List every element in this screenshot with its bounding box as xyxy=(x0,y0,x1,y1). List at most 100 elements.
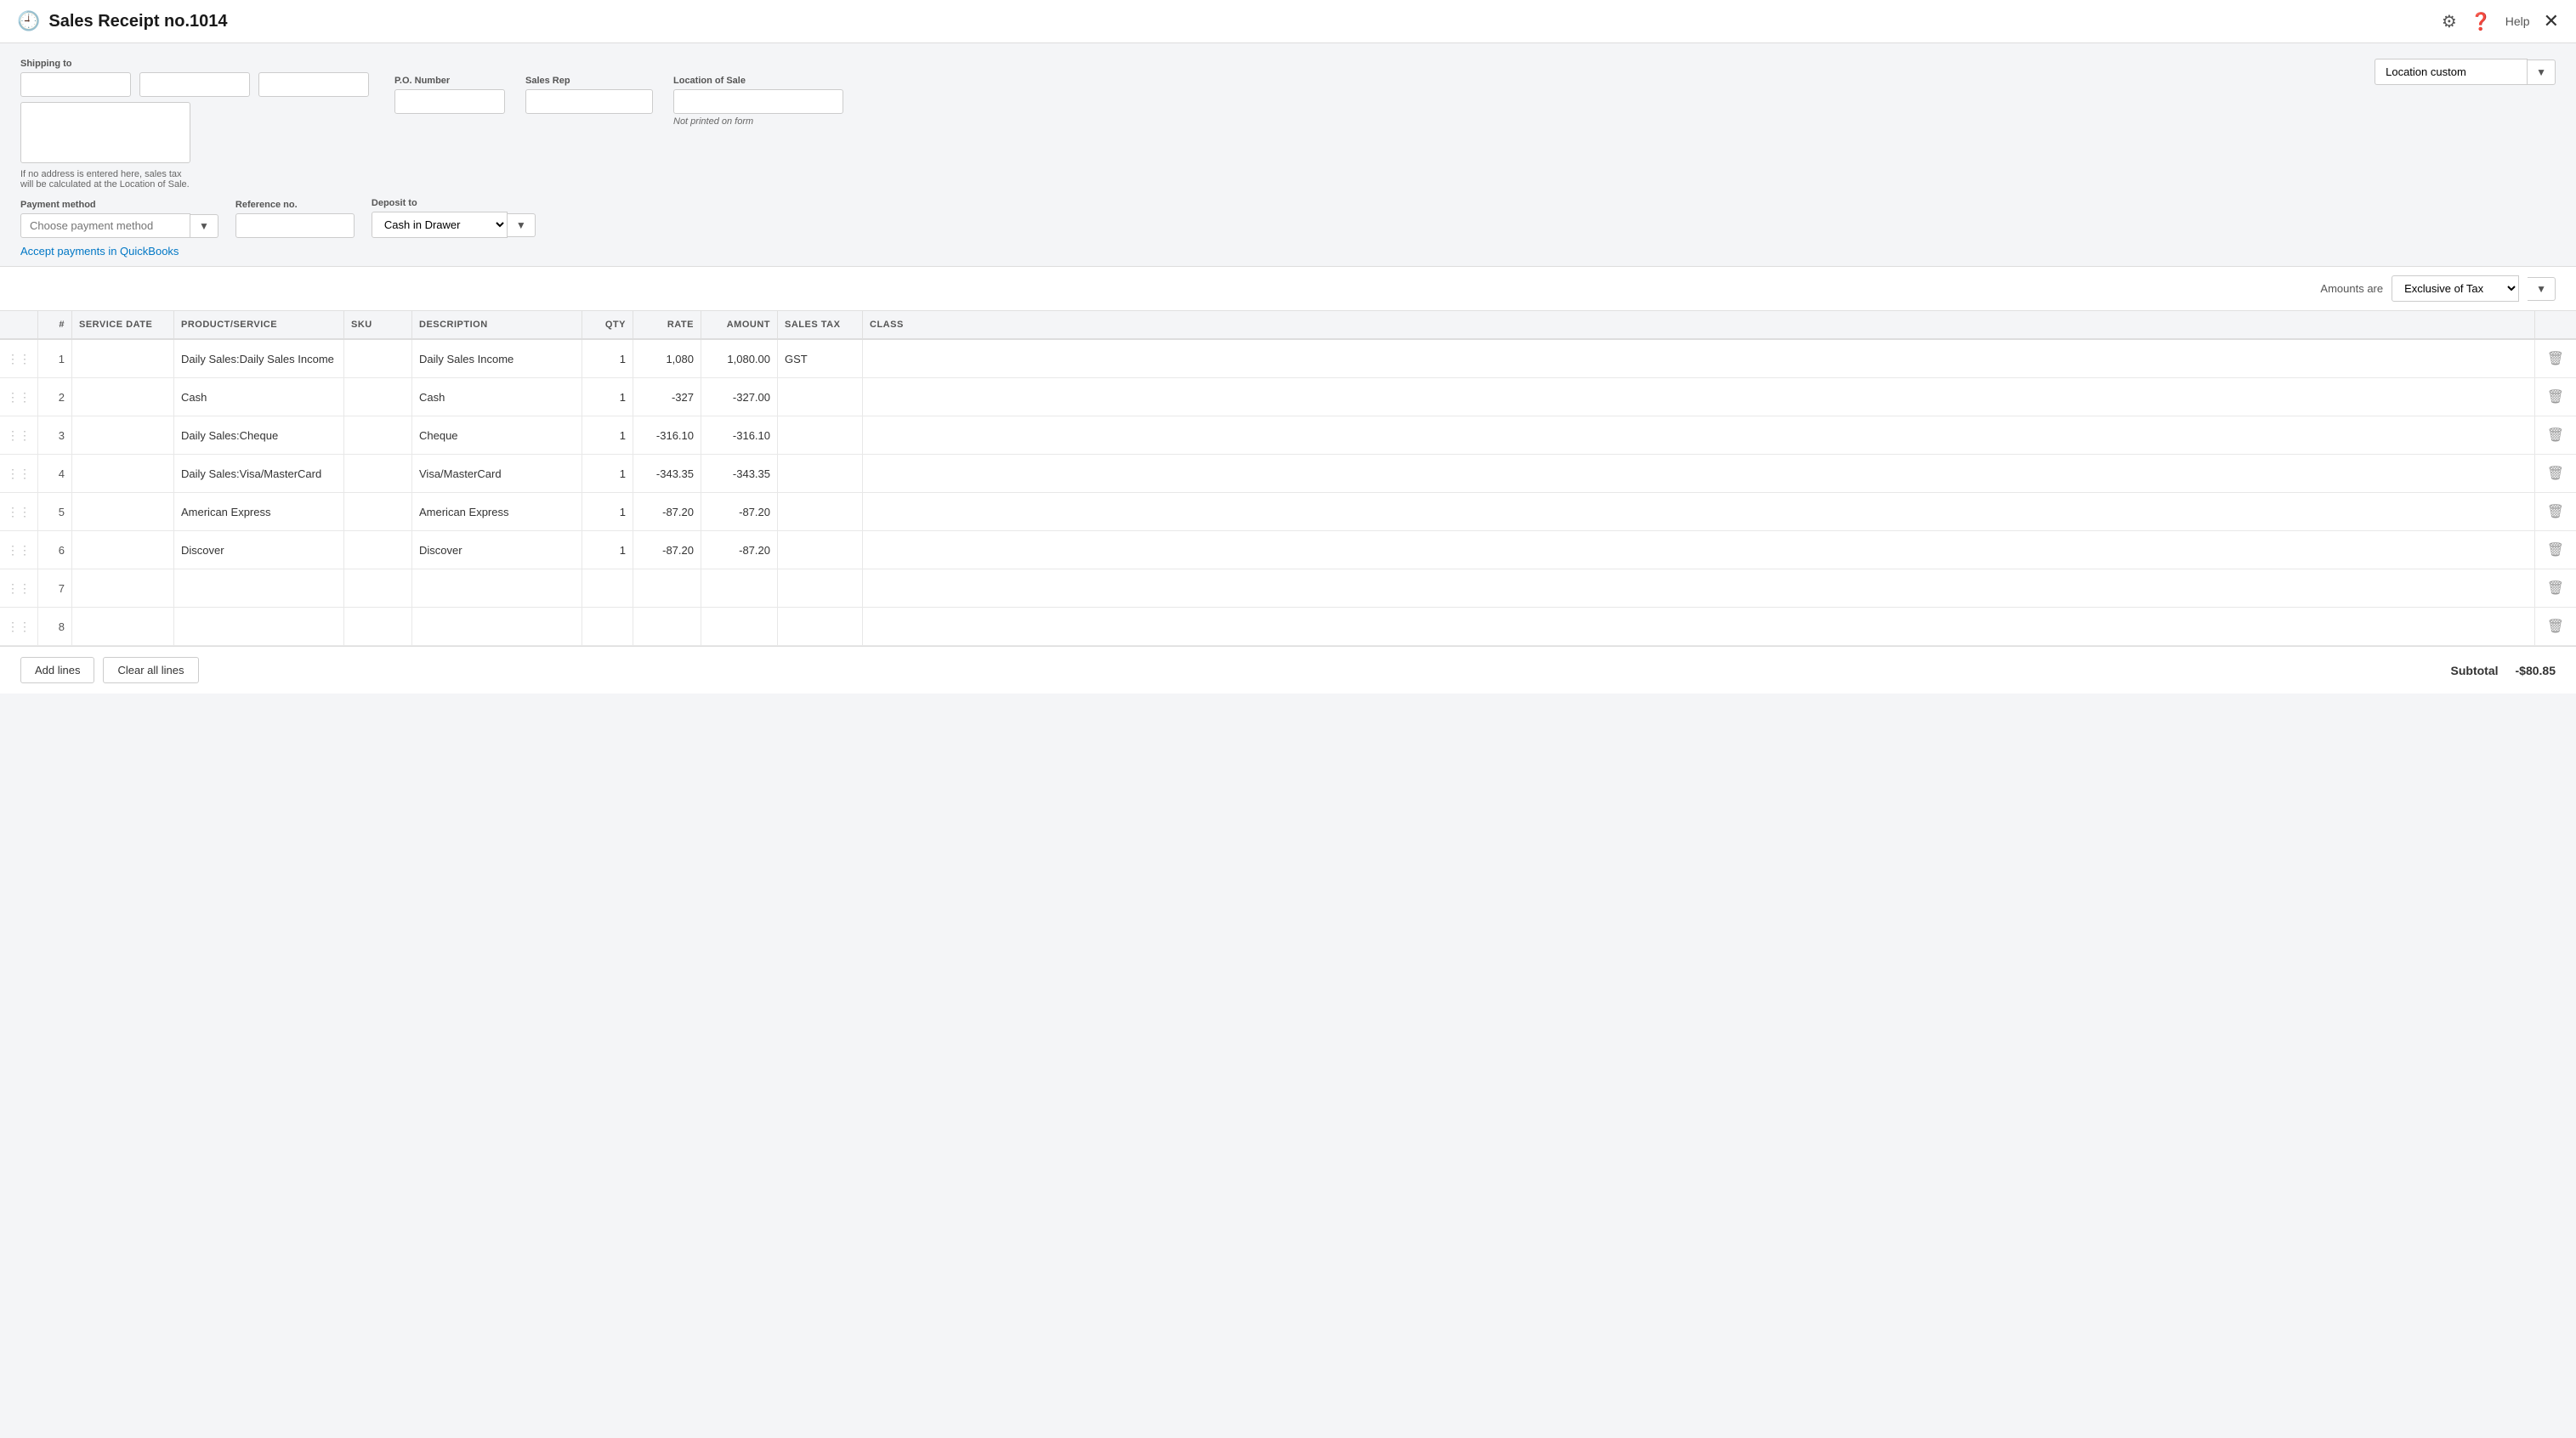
delete-row-button[interactable]: 🗑 xyxy=(2542,463,2569,484)
class-cell[interactable] xyxy=(863,339,2535,378)
help-icon[interactable]: ❓ xyxy=(2471,11,2492,32)
delete-cell[interactable]: 🗑 xyxy=(2534,569,2576,608)
drag-handle[interactable]: ⋮⋮ xyxy=(0,493,38,531)
delete-cell[interactable]: 🗑 xyxy=(2534,493,2576,531)
qty-cell[interactable]: 1 xyxy=(582,339,633,378)
service-date-cell[interactable] xyxy=(72,531,174,569)
rate-cell[interactable]: -343.35 xyxy=(633,455,701,493)
delete-cell[interactable]: 🗑 xyxy=(2534,378,2576,416)
class-cell[interactable] xyxy=(863,378,2535,416)
description-cell[interactable]: Daily Sales Income xyxy=(412,339,582,378)
payment-method-input[interactable] xyxy=(20,213,190,238)
location-dropdown-arrow[interactable]: ▼ xyxy=(2528,59,2556,85)
help-button[interactable]: Help xyxy=(2505,14,2530,28)
sku-cell[interactable] xyxy=(344,416,412,455)
delete-row-button[interactable]: 🗑 xyxy=(2542,501,2569,522)
shipping-input-3[interactable] xyxy=(258,72,369,97)
rate-cell[interactable]: 1,080 xyxy=(633,339,701,378)
settings-icon[interactable]: ⚙ xyxy=(2442,11,2457,32)
rate-cell[interactable]: -327 xyxy=(633,378,701,416)
sales-tax-cell[interactable]: GST xyxy=(778,339,863,378)
delete-row-button[interactable]: 🗑 xyxy=(2542,616,2569,637)
sales-tax-cell[interactable] xyxy=(778,531,863,569)
delete-row-button[interactable]: 🗑 xyxy=(2542,578,2569,598)
rate-cell[interactable]: -87.20 xyxy=(633,531,701,569)
drag-handle[interactable]: ⋮⋮ xyxy=(0,531,38,569)
delete-cell[interactable]: 🗑 xyxy=(2534,339,2576,378)
deposit-to-select[interactable]: Cash in Drawer xyxy=(372,212,508,238)
service-date-cell[interactable] xyxy=(72,339,174,378)
product-cell[interactable] xyxy=(174,608,344,646)
delete-row-button[interactable]: 🗑 xyxy=(2542,540,2569,560)
add-lines-button[interactable]: Add lines xyxy=(20,657,94,683)
shipping-textarea[interactable] xyxy=(20,102,190,163)
delete-cell[interactable]: 🗑 xyxy=(2534,531,2576,569)
service-date-cell[interactable] xyxy=(72,493,174,531)
class-cell[interactable] xyxy=(863,455,2535,493)
sales-rep-input[interactable] xyxy=(525,89,653,114)
sales-tax-cell[interactable] xyxy=(778,378,863,416)
product-cell[interactable]: Cash xyxy=(174,378,344,416)
qty-cell[interactable]: 1 xyxy=(582,455,633,493)
service-date-cell[interactable] xyxy=(72,569,174,608)
product-cell[interactable]: Discover xyxy=(174,531,344,569)
reference-no-input[interactable] xyxy=(235,213,355,238)
class-cell[interactable] xyxy=(863,569,2535,608)
qty-cell[interactable]: 1 xyxy=(582,531,633,569)
deposit-dropdown-arrow[interactable]: ▼ xyxy=(508,213,536,237)
service-date-cell[interactable] xyxy=(72,608,174,646)
description-cell[interactable]: Cheque xyxy=(412,416,582,455)
close-icon[interactable]: ✕ xyxy=(2544,10,2559,32)
sales-tax-cell[interactable] xyxy=(778,569,863,608)
sku-cell[interactable] xyxy=(344,455,412,493)
location-of-sale-input[interactable] xyxy=(673,89,843,114)
product-cell[interactable]: American Express xyxy=(174,493,344,531)
delete-row-button[interactable]: 🗑 xyxy=(2542,387,2569,407)
drag-handle[interactable]: ⋮⋮ xyxy=(0,339,38,378)
product-cell[interactable]: Daily Sales:Daily Sales Income xyxy=(174,339,344,378)
drag-handle[interactable]: ⋮⋮ xyxy=(0,416,38,455)
sales-tax-cell[interactable] xyxy=(778,493,863,531)
qty-cell[interactable]: 1 xyxy=(582,378,633,416)
delete-cell[interactable]: 🗑 xyxy=(2534,608,2576,646)
description-cell[interactable] xyxy=(412,569,582,608)
qty-cell[interactable] xyxy=(582,608,633,646)
delete-row-button[interactable]: 🗑 xyxy=(2542,425,2569,445)
sku-cell[interactable] xyxy=(344,493,412,531)
qty-cell[interactable]: 1 xyxy=(582,493,633,531)
product-cell[interactable]: Daily Sales:Visa/MasterCard xyxy=(174,455,344,493)
drag-handle[interactable]: ⋮⋮ xyxy=(0,569,38,608)
shipping-input-2[interactable] xyxy=(139,72,250,97)
description-cell[interactable]: Cash xyxy=(412,378,582,416)
rate-cell[interactable] xyxy=(633,608,701,646)
sku-cell[interactable] xyxy=(344,569,412,608)
rate-cell[interactable] xyxy=(633,569,701,608)
class-cell[interactable] xyxy=(863,531,2535,569)
sales-tax-cell[interactable] xyxy=(778,455,863,493)
amounts-dropdown-arrow[interactable]: ▼ xyxy=(2528,277,2556,301)
payment-dropdown-arrow[interactable]: ▼ xyxy=(190,214,218,238)
delete-cell[interactable]: 🗑 xyxy=(2534,416,2576,455)
delete-cell[interactable]: 🗑 xyxy=(2534,455,2576,493)
sales-tax-cell[interactable] xyxy=(778,416,863,455)
delete-row-button[interactable]: 🗑 xyxy=(2542,348,2569,369)
sku-cell[interactable] xyxy=(344,339,412,378)
product-cell[interactable]: Daily Sales:Cheque xyxy=(174,416,344,455)
drag-handle[interactable]: ⋮⋮ xyxy=(0,378,38,416)
location-custom-select[interactable]: Location custom xyxy=(2375,59,2528,85)
service-date-cell[interactable] xyxy=(72,416,174,455)
class-cell[interactable] xyxy=(863,416,2535,455)
accept-payments-link[interactable]: Accept payments in QuickBooks xyxy=(20,245,179,258)
qty-cell[interactable]: 1 xyxy=(582,416,633,455)
sku-cell[interactable] xyxy=(344,608,412,646)
amounts-select[interactable]: Exclusive of Tax Inclusive of Tax xyxy=(2392,275,2519,302)
rate-cell[interactable]: -316.10 xyxy=(633,416,701,455)
rate-cell[interactable]: -87.20 xyxy=(633,493,701,531)
sales-tax-cell[interactable] xyxy=(778,608,863,646)
sku-cell[interactable] xyxy=(344,378,412,416)
class-cell[interactable] xyxy=(863,493,2535,531)
description-cell[interactable]: Visa/MasterCard xyxy=(412,455,582,493)
service-date-cell[interactable] xyxy=(72,455,174,493)
shipping-input-1[interactable] xyxy=(20,72,131,97)
description-cell[interactable] xyxy=(412,608,582,646)
